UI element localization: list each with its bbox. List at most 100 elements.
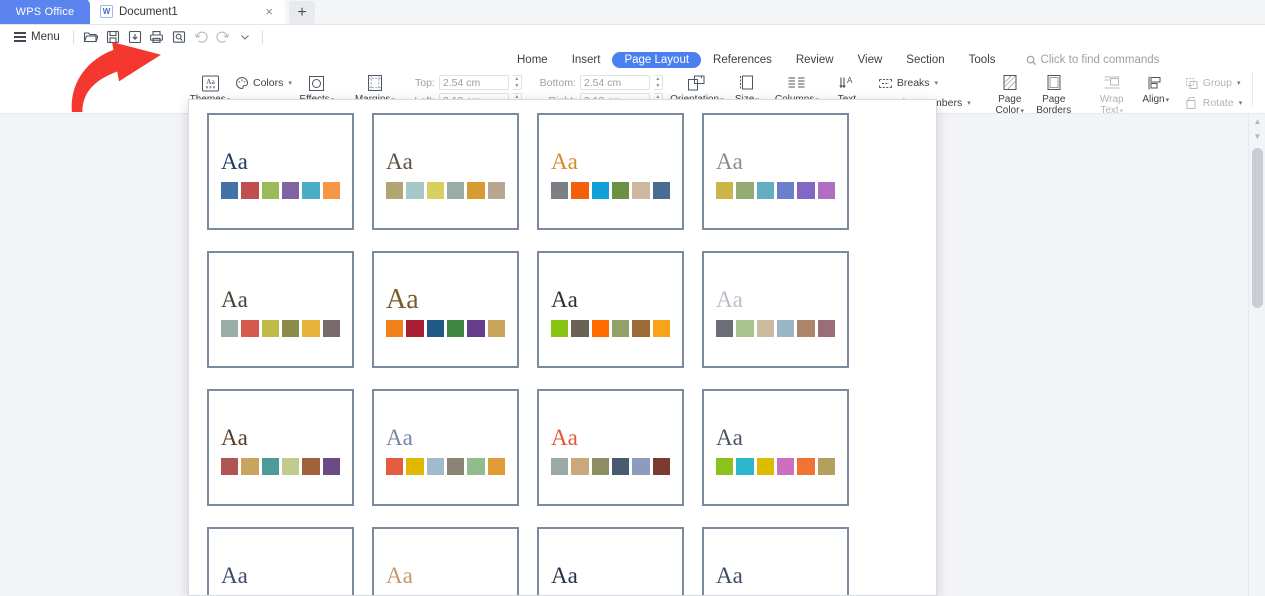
theme-median[interactable]: Aa [537,389,684,506]
theme-swatch [777,458,794,475]
theme-swatch [302,320,319,337]
theme-sample-text: Aa [716,149,835,175]
theme-swatch-row [221,320,340,337]
size-icon [739,73,755,93]
scrollbar-thumb[interactable] [1252,148,1263,308]
theme-swatch-row [551,320,670,337]
theme-module[interactable]: Aa [207,527,354,596]
print-icon[interactable] [147,28,167,46]
page-color-button[interactable]: Page Color▾ [988,71,1032,117]
theme-metro[interactable]: Aa [702,389,849,506]
columns-icon [787,73,806,93]
tab-page-layout[interactable]: Page Layout [612,52,701,68]
selection-pane-button[interactable]: Selection Pane [1260,71,1265,116]
colors-label: Colors [253,77,283,89]
wrap-text-button[interactable]: Wrap Text▾ [1090,71,1134,117]
group-button[interactable]: Group ▾ [1182,73,1245,93]
theme-austin[interactable]: Aa [702,113,849,230]
theme-swatch [612,320,629,337]
close-icon[interactable]: × [261,4,277,19]
tab-home[interactable]: Home [505,52,560,68]
theme-concourse[interactable]: Aa [372,251,519,368]
save-icon[interactable] [103,28,123,46]
tab-insert[interactable]: Insert [560,52,613,68]
margin-top-row: Top: 2.54 cm ▲▼ [397,75,522,90]
margin-top-stepper[interactable]: ▲▼ [513,75,522,90]
customize-toolbar-icon[interactable] [235,28,255,46]
colors-button[interactable]: Colors ▾ [232,73,295,93]
margin-bottom-input[interactable]: 2.54 cm [580,75,650,90]
theme-swatch [716,182,733,199]
toolbar-divider-2 [262,30,263,44]
theme-swatch-row [716,458,835,475]
theme-sample-text: Aa [551,149,670,175]
save-as-icon[interactable] [125,28,145,46]
new-tab-button[interactable]: + [289,1,315,24]
theme-flow[interactable]: Aa [702,251,849,368]
tab-view[interactable]: View [846,52,895,68]
tab-section[interactable]: Section [894,52,956,68]
rotate-button[interactable]: Rotate ▾ [1182,93,1245,113]
theme-oriel[interactable]: Aa [537,527,684,596]
theme-aspect[interactable]: Aa [537,113,684,230]
theme-swatch [716,458,733,475]
theme-swatch [302,182,319,199]
menu-button[interactable]: Menu [8,28,66,47]
theme-grid[interactable]: Aa [372,389,519,506]
vertical-scrollbar[interactable]: ▲ ▼ [1248,114,1265,596]
document-tab[interactable]: W Document1 × [90,0,285,24]
app-home-tab[interactable]: WPS Office [0,0,90,24]
theme-swatch [241,182,258,199]
theme-swatch-row [221,182,340,199]
theme-swatch [467,182,484,199]
undo-icon[interactable] [191,28,211,46]
theme-opulent[interactable]: Aa [372,527,519,596]
tab-references[interactable]: References [701,52,784,68]
theme-sample-text: Aa [551,425,670,451]
breaks-button[interactable]: Breaks ▾ [875,73,974,93]
theme-swatch [262,182,279,199]
margin-bottom-stepper[interactable]: ▲▼ [654,75,663,90]
theme-sample-text: Aa [386,287,505,313]
theme-sample-text: Aa [386,425,505,451]
theme-apex[interactable]: Aa [372,113,519,230]
open-icon[interactable] [81,28,101,46]
theme-swatch [653,320,670,337]
chevron-down-icon: ▾ [1239,99,1243,107]
theme-swatch [571,458,588,475]
theme-civic[interactable]: Aa [207,251,354,368]
theme-swatch [427,182,444,199]
chevron-down-icon: ▾ [967,99,971,107]
find-commands-box[interactable]: Click to find commands [1026,54,1160,66]
print-preview-icon[interactable] [169,28,189,46]
margin-top-label: Top: [397,77,435,89]
themes-gallery-dropdown[interactable]: AaAaAaAaAaAaAaAaAaAaAaAaAaAaAaAa [188,99,937,596]
redo-icon[interactable] [213,28,233,46]
theme-office[interactable]: Aa [207,113,354,230]
theme-swatch [488,320,505,337]
theme-swatch [488,458,505,475]
theme-equity[interactable]: Aa [537,251,684,368]
page-borders-button[interactable]: Page Borders [1032,71,1076,116]
theme-swatch-row [386,182,505,199]
tab-review[interactable]: Review [784,52,846,68]
theme-swatch [302,458,319,475]
theme-swatch [427,458,444,475]
theme-swatch [653,182,670,199]
theme-swatch [427,320,444,337]
scroll-down-button[interactable]: ▼ [1249,129,1265,144]
theme-swatch-row [386,458,505,475]
tab-tools[interactable]: Tools [957,52,1008,68]
chevron-down-icon: ▾ [1237,79,1241,87]
find-commands-placeholder: Click to find commands [1041,54,1160,66]
margin-top-input[interactable]: 2.54 cm [439,75,509,90]
theme-swatch [282,320,299,337]
theme-swatch [386,320,403,337]
theme-origin[interactable]: Aa [702,527,849,596]
align-button[interactable]: Align▾ [1134,71,1178,106]
theme-swatch [221,182,238,199]
scroll-up-button[interactable]: ▲ [1249,114,1265,129]
breaks-label: Breaks [897,77,930,89]
rotate-icon [1185,97,1199,110]
theme-foundry[interactable]: Aa [207,389,354,506]
